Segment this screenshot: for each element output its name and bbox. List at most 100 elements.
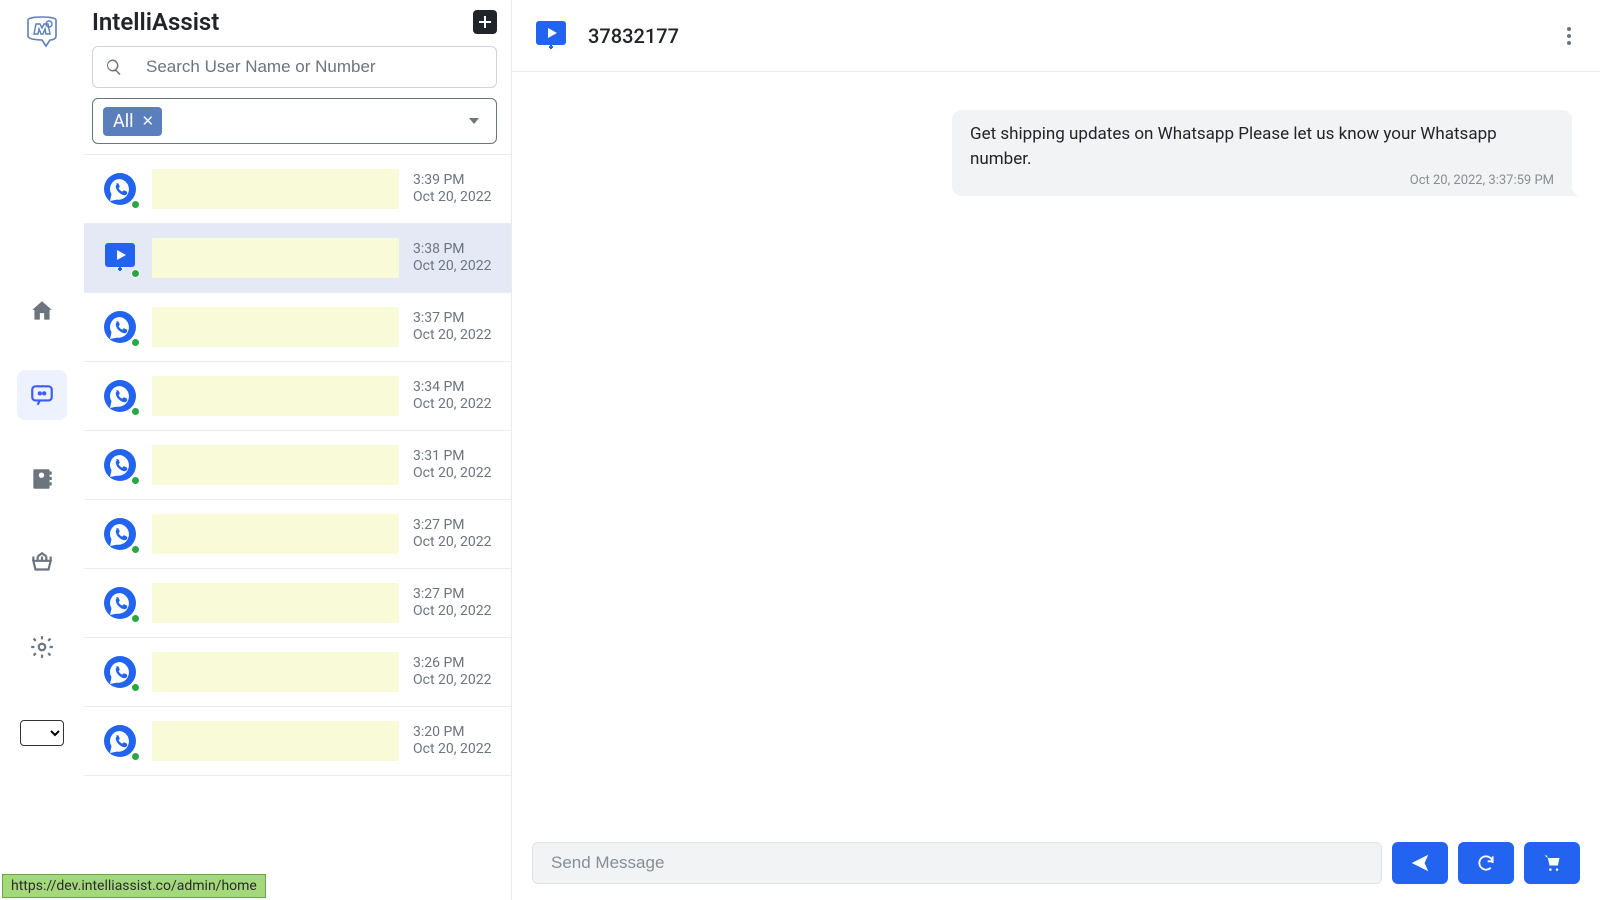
conversation-name-redacted bbox=[152, 376, 399, 416]
conversation-time: 3:38 PM bbox=[413, 241, 499, 259]
conversation-row[interactable]: 3:34 PM Oct 20, 2022 bbox=[84, 362, 511, 431]
chevron-down-icon bbox=[466, 113, 482, 129]
add-conversation-button[interactable] bbox=[473, 10, 497, 34]
status-tooltip: https://dev.intelliassist.co/admin/home bbox=[2, 874, 266, 898]
conversation-meta: 3:38 PM Oct 20, 2022 bbox=[413, 241, 499, 276]
conversation-date: Oct 20, 2022 bbox=[413, 258, 499, 276]
conversation-meta: 3:31 PM Oct 20, 2022 bbox=[413, 448, 499, 483]
conversation-meta: 3:27 PM Oct 20, 2022 bbox=[413, 517, 499, 552]
nav-orders[interactable] bbox=[17, 538, 67, 588]
online-status-dot bbox=[131, 476, 140, 485]
conversation-time: 3:27 PM bbox=[413, 586, 499, 604]
conversation-meta: 3:37 PM Oct 20, 2022 bbox=[413, 310, 499, 345]
list-header: IntelliAssist bbox=[84, 8, 511, 42]
online-status-dot bbox=[131, 614, 140, 623]
whatsapp-channel-icon bbox=[102, 447, 138, 483]
conversation-row[interactable]: 3:37 PM Oct 20, 2022 bbox=[84, 293, 511, 362]
conversation-name-redacted bbox=[152, 169, 399, 209]
filter-chip-remove-icon[interactable]: ✕ bbox=[142, 112, 155, 130]
whatsapp-channel-icon bbox=[102, 309, 138, 345]
conversation-row[interactable]: 3:31 PM Oct 20, 2022 bbox=[84, 431, 511, 500]
conversation-date: Oct 20, 2022 bbox=[413, 396, 499, 414]
conversation-time: 3:27 PM bbox=[413, 517, 499, 535]
conversation-time: 3:34 PM bbox=[413, 379, 499, 397]
conversation-row[interactable]: 3:38 PM Oct 20, 2022 bbox=[84, 224, 511, 293]
conversation-date: Oct 20, 2022 bbox=[413, 672, 499, 690]
conversation-panel: IntelliAssist All ✕ 3:39 PM Oct 20, 2022 bbox=[84, 0, 512, 900]
chat-compose bbox=[512, 826, 1600, 900]
search-input[interactable] bbox=[134, 46, 497, 88]
online-status-dot bbox=[131, 407, 140, 416]
conversation-date: Oct 20, 2022 bbox=[413, 741, 499, 759]
whatsapp-channel-icon bbox=[102, 723, 138, 759]
conversation-name-redacted bbox=[152, 583, 399, 623]
web-channel-icon bbox=[102, 240, 138, 276]
chat-menu-button[interactable] bbox=[1560, 20, 1578, 52]
conversation-time: 3:39 PM bbox=[413, 172, 499, 190]
online-status-dot bbox=[131, 338, 140, 347]
conversation-row[interactable]: 3:27 PM Oct 20, 2022 bbox=[84, 500, 511, 569]
conversation-name-redacted bbox=[152, 721, 399, 761]
conversation-meta: 3:27 PM Oct 20, 2022 bbox=[413, 586, 499, 621]
conversation-time: 3:26 PM bbox=[413, 655, 499, 673]
chat-body: Get shipping updates on Whatsapp Please … bbox=[512, 72, 1600, 826]
conversation-name-redacted bbox=[152, 652, 399, 692]
online-status-dot bbox=[131, 752, 140, 761]
whatsapp-channel-icon bbox=[102, 171, 138, 207]
chat-header: 37832177 bbox=[512, 0, 1600, 72]
filter-chip-label: All bbox=[113, 111, 134, 132]
compose-input[interactable] bbox=[532, 842, 1382, 884]
conversation-row[interactable]: 3:27 PM Oct 20, 2022 bbox=[84, 569, 511, 638]
brand-title: IntelliAssist bbox=[92, 8, 219, 36]
whatsapp-channel-icon bbox=[102, 585, 138, 621]
whatsapp-channel-icon bbox=[102, 516, 138, 552]
filter-chip-all[interactable]: All ✕ bbox=[103, 107, 162, 136]
chat-header-channel-icon bbox=[534, 19, 568, 53]
nav-home[interactable] bbox=[17, 286, 67, 336]
conversation-list[interactable]: 3:39 PM Oct 20, 2022 3:38 PM Oct 20, 202… bbox=[84, 154, 511, 900]
conversation-row[interactable]: 3:20 PM Oct 20, 2022 bbox=[84, 707, 511, 776]
conversation-date: Oct 20, 2022 bbox=[413, 189, 499, 207]
conversation-name-redacted bbox=[152, 514, 399, 554]
refresh-button[interactable] bbox=[1458, 842, 1514, 884]
nav-select[interactable] bbox=[20, 720, 64, 746]
conversation-time: 3:20 PM bbox=[413, 724, 499, 742]
message-text: Get shipping updates on Whatsapp Please … bbox=[970, 122, 1554, 171]
app-logo bbox=[22, 10, 62, 50]
conversation-date: Oct 20, 2022 bbox=[413, 327, 499, 345]
conversation-date: Oct 20, 2022 bbox=[413, 534, 499, 552]
conversation-name-redacted bbox=[152, 307, 399, 347]
nav-chat[interactable] bbox=[17, 370, 67, 420]
conversation-meta: 3:39 PM Oct 20, 2022 bbox=[413, 172, 499, 207]
conversation-time: 3:31 PM bbox=[413, 448, 499, 466]
conversation-name-redacted bbox=[152, 445, 399, 485]
nav-settings[interactable] bbox=[17, 622, 67, 672]
whatsapp-channel-icon bbox=[102, 378, 138, 414]
chat-header-title: 37832177 bbox=[588, 24, 679, 48]
conversation-name-redacted bbox=[152, 238, 399, 278]
conversation-date: Oct 20, 2022 bbox=[413, 603, 499, 621]
conversation-date: Oct 20, 2022 bbox=[413, 465, 499, 483]
search-icon bbox=[92, 46, 134, 88]
nav-rail bbox=[0, 0, 84, 900]
nav-contacts[interactable] bbox=[17, 454, 67, 504]
message-bubble: Get shipping updates on Whatsapp Please … bbox=[952, 110, 1572, 196]
conversation-meta: 3:26 PM Oct 20, 2022 bbox=[413, 655, 499, 690]
online-status-dot bbox=[131, 200, 140, 209]
message-timestamp: Oct 20, 2022, 3:37:59 PM bbox=[970, 173, 1554, 188]
online-status-dot bbox=[131, 683, 140, 692]
message-row: Get shipping updates on Whatsapp Please … bbox=[540, 110, 1572, 196]
conversation-row[interactable]: 3:26 PM Oct 20, 2022 bbox=[84, 638, 511, 707]
conversation-time: 3:37 PM bbox=[413, 310, 499, 328]
filter-select[interactable]: All ✕ bbox=[92, 98, 497, 144]
conversation-meta: 3:20 PM Oct 20, 2022 bbox=[413, 724, 499, 759]
send-button[interactable] bbox=[1392, 842, 1448, 884]
whatsapp-channel-icon bbox=[102, 654, 138, 690]
online-status-dot bbox=[131, 545, 140, 554]
cart-button[interactable] bbox=[1524, 842, 1580, 884]
conversation-meta: 3:34 PM Oct 20, 2022 bbox=[413, 379, 499, 414]
conversation-row[interactable]: 3:39 PM Oct 20, 2022 bbox=[84, 155, 511, 224]
chat-panel: 37832177 Get shipping updates on Whatsap… bbox=[512, 0, 1600, 900]
online-status-dot bbox=[131, 269, 140, 278]
search-bar bbox=[92, 46, 497, 88]
